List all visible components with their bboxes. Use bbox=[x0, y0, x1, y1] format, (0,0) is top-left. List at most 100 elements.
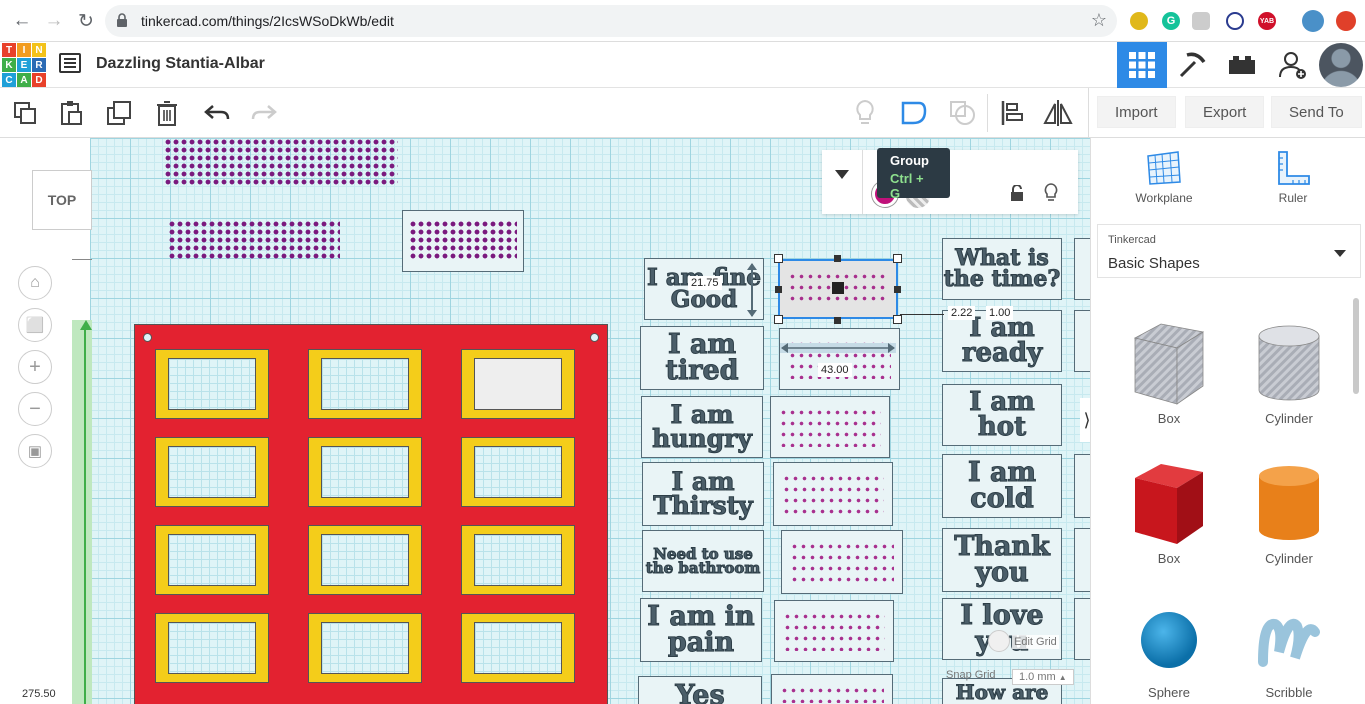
braille-card[interactable] bbox=[771, 674, 893, 704]
back-icon[interactable]: ← bbox=[10, 9, 34, 33]
view-cube[interactable]: TOP bbox=[32, 170, 92, 230]
snap-grid-select[interactable]: 1.0 mm ▲ bbox=[1012, 669, 1074, 685]
braille-card[interactable] bbox=[774, 600, 894, 662]
word-card[interactable]: Need to use the bathroom bbox=[642, 530, 764, 592]
shape-box-gray[interactable]: Box bbox=[1109, 318, 1229, 426]
word-card[interactable]: Thank you bbox=[942, 528, 1062, 592]
edit-grid-button[interactable]: Edit Grid bbox=[1012, 635, 1059, 649]
unlock-icon[interactable] bbox=[1010, 184, 1024, 201]
update-icon[interactable] bbox=[1336, 11, 1356, 31]
settings-gear-icon[interactable] bbox=[988, 630, 1010, 652]
mirror-button[interactable] bbox=[1043, 98, 1073, 128]
resize-handle[interactable] bbox=[774, 254, 783, 263]
blocks-pickaxe-button[interactable] bbox=[1167, 42, 1217, 88]
resize-handle[interactable] bbox=[894, 286, 901, 293]
play-extension-icon[interactable] bbox=[1226, 12, 1244, 30]
word-card[interactable]: Yes bbox=[638, 676, 762, 704]
card-slot[interactable] bbox=[155, 349, 269, 419]
card-slot[interactable] bbox=[461, 437, 575, 507]
braille-block[interactable] bbox=[164, 138, 398, 186]
communication-board[interactable] bbox=[134, 324, 608, 704]
shape-scribble[interactable]: Scribble bbox=[1229, 602, 1349, 700]
card-slot[interactable] bbox=[155, 437, 269, 507]
extension-icon[interactable] bbox=[1130, 12, 1148, 30]
reload-icon[interactable]: ↻ bbox=[74, 9, 98, 33]
fit-view-button[interactable]: ⬜ bbox=[18, 308, 52, 342]
card-slot[interactable] bbox=[308, 349, 422, 419]
braille-card[interactable] bbox=[770, 396, 890, 458]
add-user-button[interactable] bbox=[1268, 42, 1318, 88]
address-bar[interactable]: tinkercad.com/things/2IcsWSoDkWb/edit ☆ bbox=[105, 5, 1117, 37]
card-slot[interactable] bbox=[308, 613, 422, 683]
paste-button[interactable] bbox=[56, 98, 86, 128]
braille-card[interactable] bbox=[781, 530, 903, 594]
word-card[interactable]: I am tired bbox=[640, 326, 764, 390]
redo-button[interactable] bbox=[249, 98, 279, 128]
resize-handle[interactable] bbox=[893, 254, 902, 263]
yab-extension-icon[interactable]: YAB bbox=[1258, 12, 1276, 30]
resize-handle[interactable] bbox=[774, 315, 783, 324]
word-card[interactable]: I am in pain bbox=[640, 598, 762, 662]
group-button[interactable] bbox=[899, 98, 929, 128]
notes-button[interactable] bbox=[850, 98, 880, 128]
resize-handle[interactable] bbox=[834, 317, 841, 324]
bookmark-star-icon[interactable]: ☆ bbox=[1091, 10, 1107, 31]
workplane-button[interactable]: Workplane bbox=[1124, 150, 1204, 205]
word-card[interactable]: I am hungry bbox=[641, 396, 763, 458]
height-handle[interactable] bbox=[832, 282, 844, 294]
export-button[interactable]: Export bbox=[1185, 96, 1265, 128]
design-title[interactable]: Dazzling Stantia-Albar bbox=[96, 55, 265, 73]
perspective-button[interactable]: ▣ bbox=[18, 434, 52, 468]
design-list-icon[interactable] bbox=[59, 53, 81, 73]
forward-icon[interactable]: → bbox=[42, 9, 66, 33]
resize-handle[interactable] bbox=[893, 315, 902, 324]
ungroup-button[interactable] bbox=[948, 98, 978, 128]
word-card[interactable]: I am hot bbox=[942, 384, 1062, 446]
shape-cylinder-orange[interactable]: Cylinder bbox=[1229, 458, 1349, 566]
bricks-button[interactable] bbox=[1217, 42, 1267, 88]
align-button[interactable] bbox=[997, 98, 1027, 128]
extension-icon[interactable] bbox=[1192, 12, 1210, 30]
grammarly-icon[interactable]: G bbox=[1162, 12, 1180, 30]
shape-inspector[interactable] bbox=[822, 150, 1078, 214]
card-slot[interactable] bbox=[308, 525, 422, 595]
import-button[interactable]: Import bbox=[1097, 96, 1176, 128]
undo-button[interactable] bbox=[202, 98, 232, 128]
braille-block[interactable] bbox=[168, 220, 340, 260]
delete-button[interactable] bbox=[152, 98, 182, 128]
3d-view-grid-button[interactable] bbox=[1117, 42, 1167, 88]
panel-scrollbar[interactable] bbox=[1353, 298, 1359, 394]
braille-card[interactable] bbox=[779, 328, 900, 390]
word-card[interactable]: I am cold bbox=[942, 454, 1062, 518]
depth-dimension-label[interactable]: 1.00 bbox=[986, 306, 1014, 320]
card-slot[interactable] bbox=[461, 349, 575, 419]
elevation-dimension-label[interactable]: 2.22 bbox=[948, 306, 976, 320]
shape-library-select[interactable]: Tinkercad Basic Shapes bbox=[1097, 224, 1361, 278]
word-card[interactable]: What is the time? bbox=[942, 238, 1062, 300]
collapse-panel-chevron-icon[interactable]: ⟩ bbox=[1080, 398, 1090, 442]
braille-card[interactable] bbox=[773, 462, 893, 526]
lightbulb-icon[interactable] bbox=[1044, 183, 1058, 203]
copy-button[interactable] bbox=[10, 98, 40, 128]
width-dimension-label[interactable]: 43.00 bbox=[818, 363, 852, 377]
shape-cylinder-gray[interactable]: Cylinder bbox=[1229, 318, 1349, 426]
collapse-inspector-icon[interactable] bbox=[832, 164, 852, 184]
card-slot[interactable] bbox=[155, 613, 269, 683]
resize-handle[interactable] bbox=[775, 286, 782, 293]
duplicate-button[interactable] bbox=[104, 98, 134, 128]
card-slot[interactable] bbox=[155, 525, 269, 595]
tinkercad-logo[interactable]: T I N K E R C A D bbox=[2, 43, 46, 87]
home-view-button[interactable]: ⌂ bbox=[18, 266, 52, 300]
shape-box-red[interactable]: Box bbox=[1109, 458, 1229, 566]
shape-sphere[interactable]: Sphere bbox=[1109, 602, 1229, 700]
card-slot[interactable] bbox=[461, 613, 575, 683]
height-arrow-icon[interactable] bbox=[746, 262, 758, 318]
profile-icon[interactable] bbox=[1302, 10, 1324, 32]
user-avatar[interactable] bbox=[1316, 42, 1365, 88]
send-to-button[interactable]: Send To bbox=[1271, 96, 1362, 128]
word-card[interactable]: I am Thirsty bbox=[642, 462, 764, 526]
workspace-canvas[interactable]: TOP ⌂ ⬜ + − ▣ 275.50 I am fine Good I am… bbox=[0, 138, 1090, 704]
zoom-in-button[interactable]: + bbox=[18, 350, 52, 384]
braille-card[interactable] bbox=[402, 210, 524, 272]
height-dimension-label[interactable]: 21.75 bbox=[688, 276, 722, 290]
